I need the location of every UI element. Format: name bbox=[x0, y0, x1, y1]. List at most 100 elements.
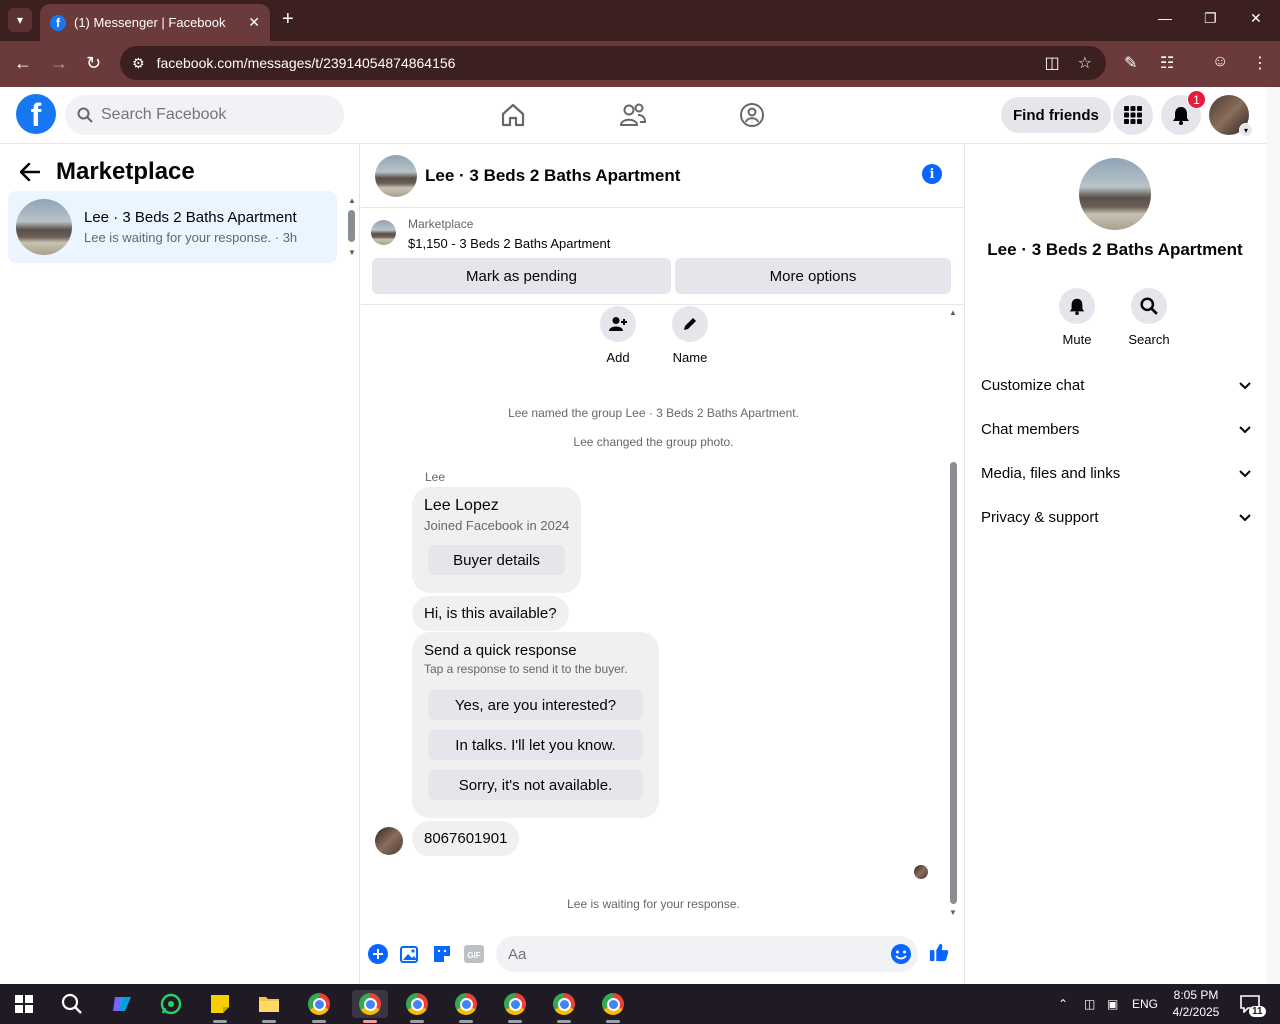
browser-tabbar: ▾ f (1) Messenger | Facebook ✕ + — ❐ ✕ bbox=[0, 0, 1280, 41]
notification-count-badge: 11 bbox=[1249, 1006, 1266, 1017]
seen-avatar bbox=[914, 865, 928, 879]
scroll-down-icon[interactable]: ▼ bbox=[348, 248, 356, 257]
window-close-icon[interactable]: ✕ bbox=[1250, 10, 1262, 27]
sticky-notes-icon[interactable] bbox=[205, 990, 235, 1023]
find-friends-button[interactable]: Find friends bbox=[1001, 97, 1111, 133]
copilot-icon[interactable] bbox=[107, 990, 137, 1018]
browser-tab[interactable]: f (1) Messenger | Facebook ✕ bbox=[40, 4, 270, 41]
site-info-icon[interactable]: ⚙ bbox=[132, 55, 145, 72]
chat-scrollbar-thumb[interactable] bbox=[950, 462, 957, 904]
scroll-up-icon[interactable]: ▲ bbox=[348, 196, 356, 205]
tray-overflow-icon[interactable]: ⌃ bbox=[1058, 984, 1068, 1024]
facebook-logo-icon[interactable]: f bbox=[16, 94, 56, 134]
left-scrollbar-thumb[interactable] bbox=[348, 210, 355, 242]
sender-avatar[interactable] bbox=[375, 827, 403, 855]
extensions-icon[interactable]: ☷ bbox=[1160, 53, 1174, 73]
add-people-action[interactable]: Add bbox=[588, 306, 648, 365]
scroll-down-icon[interactable]: ▼ bbox=[949, 908, 957, 917]
quick-response-option[interactable]: In talks. I'll let you know. bbox=[428, 730, 643, 760]
conversation-item[interactable]: Lee · 3 Beds 2 Baths Apartment Lee is wa… bbox=[8, 191, 337, 263]
taskbar-clock[interactable]: 8:05 PM 4/2/2025 bbox=[1168, 987, 1224, 1021]
bookmark-star-icon[interactable]: ☆ bbox=[1078, 53, 1092, 73]
facebook-search[interactable] bbox=[65, 95, 344, 135]
message-input-box[interactable] bbox=[496, 936, 918, 972]
back-icon[interactable]: ← bbox=[14, 53, 32, 74]
search-action[interactable]: Search bbox=[1119, 288, 1179, 347]
minimize-icon[interactable]: — bbox=[1158, 10, 1172, 26]
quick-response-option[interactable]: Sorry, it's not available. bbox=[428, 770, 643, 800]
page-scrollbar[interactable] bbox=[1266, 87, 1280, 984]
tab-close-icon[interactable]: ✕ bbox=[248, 14, 260, 31]
whatsapp-icon[interactable] bbox=[156, 990, 186, 1018]
listing-price-title[interactable]: $1,150 - 3 Beds 2 Baths Apartment bbox=[408, 236, 610, 251]
install-app-icon[interactable]: ◫ bbox=[1045, 53, 1060, 73]
device-icon[interactable]: ◫ bbox=[1084, 984, 1095, 1024]
account-avatar[interactable]: ▾ bbox=[1209, 95, 1253, 137]
notification-center-icon[interactable]: 11 bbox=[1240, 984, 1266, 1024]
chat-scrollbar[interactable]: ▲ ▼ bbox=[946, 306, 960, 918]
emoji-icon[interactable] bbox=[890, 943, 912, 970]
scroll-up-icon[interactable]: ▲ bbox=[949, 308, 957, 317]
chrome-icon[interactable] bbox=[352, 990, 388, 1023]
mark-as-pending-button[interactable]: Mark as pending bbox=[372, 258, 671, 294]
clock-date: 4/2/2025 bbox=[1172, 1005, 1220, 1019]
pen-icon[interactable]: ✎ bbox=[1124, 53, 1137, 73]
chrome-icon[interactable] bbox=[549, 990, 579, 1023]
chrome-icon[interactable] bbox=[598, 990, 628, 1023]
quick-response-title: Send a quick response bbox=[424, 642, 577, 659]
info-icon[interactable]: i bbox=[922, 164, 942, 184]
section-privacy-support[interactable]: Privacy & support bbox=[981, 502, 1251, 532]
sender-name: Lee bbox=[425, 470, 446, 484]
photo-icon[interactable] bbox=[400, 944, 420, 964]
more-options-button[interactable]: More options bbox=[675, 258, 951, 294]
tab-search-dropdown-icon[interactable]: ▾ bbox=[8, 8, 32, 32]
section-media-files-links[interactable]: Media, files and links bbox=[981, 458, 1251, 488]
search-icon[interactable] bbox=[57, 990, 87, 1018]
listing-small-thumbnail[interactable] bbox=[371, 220, 396, 245]
windows-start-icon[interactable] bbox=[9, 990, 39, 1018]
left-scrollbar[interactable]: ▲ ▼ bbox=[346, 196, 356, 258]
chevron-down-icon bbox=[1239, 421, 1251, 438]
new-tab-icon[interactable]: + bbox=[282, 8, 294, 31]
gif-icon[interactable]: GIF bbox=[464, 944, 484, 964]
forward-icon[interactable]: → bbox=[50, 53, 68, 74]
profile-icon[interactable]: ☺ bbox=[1212, 53, 1228, 71]
browser-menu-icon[interactable]: ⋮ bbox=[1252, 53, 1268, 73]
section-label: Media, files and links bbox=[981, 464, 1121, 482]
buyer-details-button[interactable]: Buyer details bbox=[428, 545, 565, 575]
chrome-icon[interactable] bbox=[304, 990, 334, 1023]
pencil-icon bbox=[672, 306, 708, 342]
message-input[interactable] bbox=[508, 945, 878, 963]
chevron-down-icon: ▾ bbox=[1239, 123, 1253, 137]
address-bar[interactable]: ⚙ facebook.com/messages/t/23914054874864… bbox=[120, 46, 1106, 80]
reload-icon[interactable]: ↻ bbox=[86, 53, 101, 74]
sticker-icon[interactable] bbox=[432, 944, 452, 964]
message-bubble[interactable]: Hi, is this available? bbox=[412, 596, 569, 631]
menu-grid-icon[interactable] bbox=[1113, 95, 1153, 135]
message-bubble[interactable]: 8067601901 bbox=[412, 821, 520, 856]
quick-response-option[interactable]: Yes, are you interested? bbox=[428, 690, 643, 720]
plus-icon[interactable] bbox=[368, 944, 388, 964]
group-photo[interactable] bbox=[1079, 158, 1151, 230]
name-action-label: Name bbox=[672, 350, 708, 365]
restore-icon[interactable]: ❐ bbox=[1204, 10, 1217, 27]
chat-header-name[interactable]: Lee · 3 Beds 2 Baths Apartment bbox=[425, 166, 680, 186]
name-group-action[interactable]: Name bbox=[660, 306, 720, 365]
language-indicator[interactable]: ENG bbox=[1132, 984, 1158, 1024]
groups-icon[interactable] bbox=[736, 99, 768, 131]
mute-action[interactable]: Mute bbox=[1047, 288, 1107, 347]
back-arrow-icon[interactable] bbox=[20, 163, 40, 181]
facebook-search-input[interactable] bbox=[101, 106, 321, 124]
section-customize-chat[interactable]: Customize chat bbox=[981, 370, 1251, 400]
chat-header-thumbnail[interactable] bbox=[375, 154, 417, 197]
section-label: Customize chat bbox=[981, 376, 1085, 394]
chrome-icon[interactable] bbox=[402, 990, 432, 1023]
section-chat-members[interactable]: Chat members bbox=[981, 414, 1251, 444]
chrome-icon[interactable] bbox=[500, 990, 530, 1023]
thumbs-up-icon[interactable] bbox=[929, 942, 949, 962]
file-explorer-icon[interactable] bbox=[254, 990, 284, 1023]
chrome-icon[interactable] bbox=[451, 990, 481, 1023]
home-icon[interactable] bbox=[497, 99, 529, 131]
network-icon[interactable]: ▣ bbox=[1107, 984, 1118, 1024]
friends-icon[interactable] bbox=[617, 99, 649, 131]
